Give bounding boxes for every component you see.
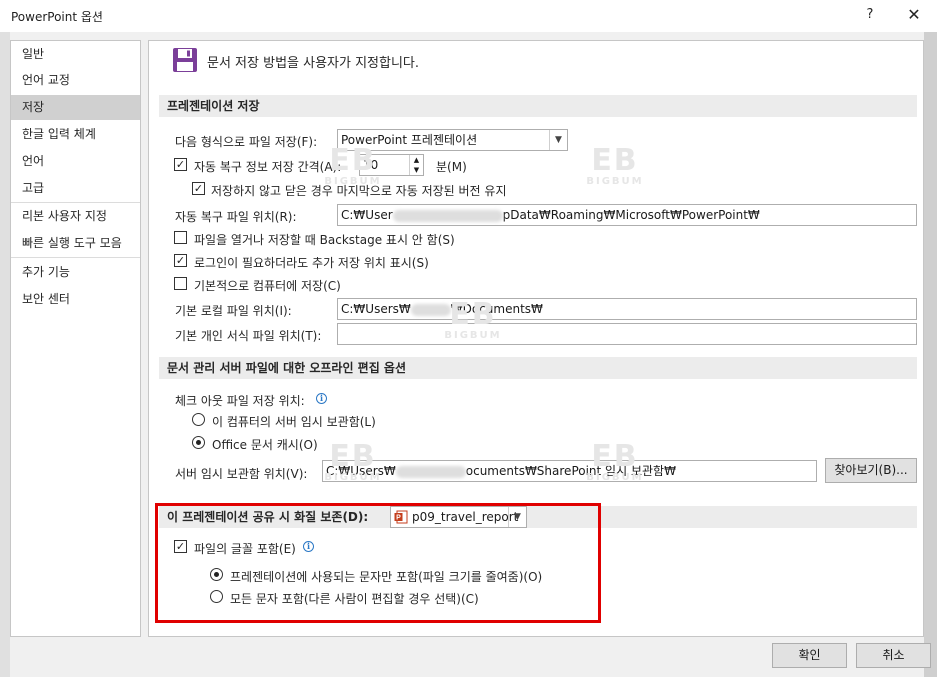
page-title: 문서 저장 방법을 사용자가 지정합니다. [207, 56, 420, 71]
spin-down-icon[interactable]: ▼ [409, 165, 423, 175]
window-edge-left [0, 32, 10, 677]
no-backstage-checkbox[interactable] [174, 231, 187, 244]
template-location-label: 기본 개인 서식 파일 위치(T): [175, 329, 322, 343]
ok-button[interactable]: 확인 [772, 643, 847, 668]
sidebar-item-trust-center[interactable]: 보안 센터 [11, 287, 140, 312]
chevron-down-icon: ▼ [549, 130, 567, 150]
autorecover-location-suffix: pData₩Roaming₩Microsoft₩PowerPoint₩ [502, 208, 760, 222]
sidebar-item-add-ins[interactable]: 추가 기능 [11, 260, 140, 285]
template-location-input[interactable] [337, 323, 917, 345]
default-local-location-label: 기본 로컬 파일 위치(I): [175, 304, 292, 318]
floppy-disk-icon [172, 47, 198, 73]
no-backstage-label: 파일을 열거나 저장할 때 Backstage 표시 안 함(S) [194, 233, 455, 247]
sidebar-item-proofing[interactable]: 언어 교정 [11, 68, 140, 93]
section-save-presentations: 프레젠테이션 저장 [159, 95, 917, 117]
office-cache-label: Office 문서 캐시(O) [212, 438, 318, 452]
sidebar-item-korean-input[interactable]: 한글 입력 체계 [11, 122, 140, 147]
keep-last-autosaved-label: 저장하지 않고 닫은 경우 마지막으로 자동 저장된 버전 유지 [211, 184, 507, 198]
sidebar-item-customize-ribbon[interactable]: 리본 사용자 지정 [11, 204, 140, 229]
title-bar: PowerPoint 옵션 ? ✕ [0, 0, 937, 32]
autorecover-label: 자동 복구 정보 저장 간격(A): [194, 160, 342, 174]
autorecover-location-prefix: C:₩User [341, 208, 393, 222]
cancel-button[interactable]: 취소 [856, 643, 931, 668]
info-icon[interactable]: i [316, 393, 327, 404]
additional-places-label: 로그인이 필요하더라도 추가 저장 위치 표시(S) [194, 256, 429, 270]
close-button[interactable]: ✕ [900, 3, 928, 27]
save-format-label: 다음 형식으로 파일 저장(F): [175, 135, 318, 149]
keep-last-autosaved-checkbox[interactable]: ✓ [192, 182, 205, 195]
additional-places-checkbox[interactable]: ✓ [174, 254, 187, 267]
save-to-computer-checkbox[interactable] [174, 277, 187, 290]
save-to-computer-label: 기본적으로 컴퓨터에 저장(C) [194, 279, 341, 293]
checkout-location-label: 체크 아웃 파일 저장 위치: [175, 394, 305, 408]
help-button[interactable]: ? [858, 4, 882, 26]
window-edge-right [924, 32, 937, 677]
drafts-location-suffix: ocuments₩SharePoint 임시 보관함₩ [465, 464, 676, 478]
spin-up-icon[interactable]: ▲ [409, 155, 423, 165]
sidebar-item-quick-access[interactable]: 빠른 실행 도구 모음 [11, 231, 140, 256]
default-local-suffix: ₩Documents₩ [450, 302, 543, 316]
save-format-select[interactable]: PowerPoint 프레젠테이션 ▼ [337, 129, 568, 151]
sidebar-item-language[interactable]: 언어 [11, 149, 140, 174]
drafts-location-prefix: C:₩Users₩ [326, 464, 396, 478]
autorecover-minutes-spinner[interactable]: 10 ▲ ▼ [359, 154, 424, 176]
drafts-location-input[interactable]: C:₩Users₩ ocuments₩SharePoint 임시 보관함₩ [322, 460, 817, 482]
server-drafts-radio[interactable] [192, 413, 205, 426]
browse-button[interactable]: 찾아보기(B)... [825, 458, 917, 483]
sidebar-divider [11, 202, 140, 203]
autorecover-checkbox[interactable]: ✓ [174, 158, 187, 171]
redacted-text [392, 209, 503, 222]
default-local-location-input[interactable]: C:₩Users₩ ₩Documents₩ [337, 298, 917, 320]
redacted-text [410, 303, 451, 316]
redacted-text [395, 465, 466, 478]
office-cache-radio[interactable] [192, 436, 205, 449]
sidebar-item-advanced[interactable]: 고급 [11, 176, 140, 201]
autorecover-location-input[interactable]: C:₩User pData₩Roaming₩Microsoft₩PowerPoin… [337, 204, 917, 226]
sidebar-divider [11, 257, 140, 258]
section-offline-editing: 문서 관리 서버 파일에 대한 오프라인 편집 옵션 [159, 357, 917, 379]
window-title: PowerPoint 옵션 [11, 10, 103, 24]
autorecover-minutes-value: 10 [363, 158, 379, 172]
drafts-location-label: 서버 임시 보관함 위치(V): [175, 467, 308, 481]
sidebar-item-save[interactable]: 저장 [11, 95, 140, 120]
default-local-prefix: C:₩Users₩ [341, 302, 411, 316]
save-format-value: PowerPoint 프레젠테이션 [341, 133, 478, 147]
minutes-label: 분(M) [436, 160, 467, 174]
options-sidebar: 일반 언어 교정 저장 한글 입력 체계 언어 고급 리본 사용자 지정 빠른 … [10, 40, 141, 637]
sidebar-item-general[interactable]: 일반 [11, 42, 140, 67]
highlight-box [155, 503, 601, 623]
server-drafts-label: 이 컴퓨터의 서버 임시 보관함(L) [212, 415, 376, 429]
autorecover-location-label: 자동 복구 파일 위치(R): [175, 210, 297, 224]
